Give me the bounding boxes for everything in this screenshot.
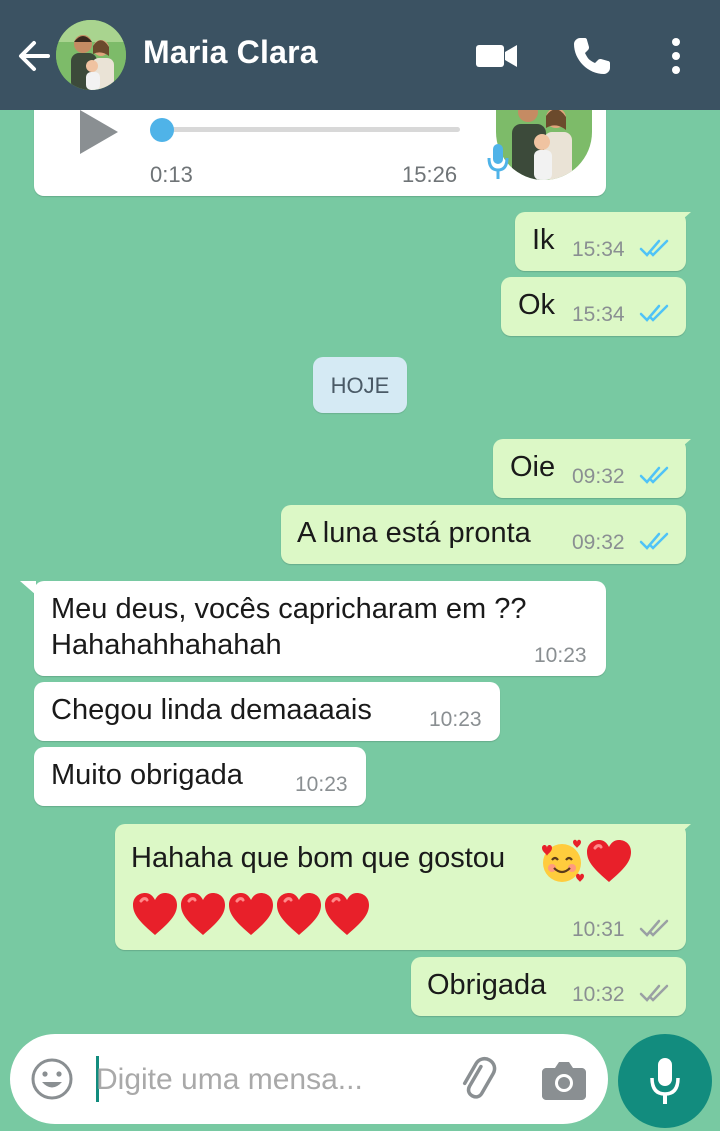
more-options-icon[interactable] <box>653 33 699 79</box>
date-separator: HOJE <box>313 357 407 413</box>
contact-avatar[interactable] <box>56 20 126 90</box>
message-time: 09:32 <box>572 531 625 554</box>
message-composer <box>10 1034 608 1124</box>
message-time: 10:31 <box>572 918 625 941</box>
camera-icon[interactable] <box>542 1058 586 1100</box>
message-bubble-outgoing[interactable]: Hahaha que bom que gostou 10:31 <box>115 824 691 950</box>
message-bubble-outgoing[interactable]: Ok 15:34 <box>501 277 686 336</box>
play-icon[interactable] <box>76 110 122 154</box>
message-text: Ik <box>532 224 555 256</box>
message-text: A luna está pronta <box>297 517 531 549</box>
microphone-icon <box>650 1058 680 1104</box>
read-receipt-icon <box>639 532 669 550</box>
read-receipt-icon <box>639 466 669 484</box>
message-bubble-incoming[interactable]: Muito obrigada 10:23 <box>34 747 366 806</box>
voice-message-time: 15:26 <box>402 162 458 187</box>
audio-progress-track[interactable] <box>160 127 460 132</box>
back-arrow-icon[interactable] <box>14 36 54 76</box>
message-text: Obrigada <box>427 969 547 1001</box>
message-time: 15:34 <box>572 303 625 326</box>
delivered-receipt-icon <box>639 984 669 1002</box>
message-text-line: Hahahahhahahah <box>51 629 282 661</box>
read-receipt-icon <box>639 239 669 257</box>
message-text-line: Hahaha que bom que gostou <box>131 842 506 874</box>
voice-record-button[interactable] <box>618 1034 712 1128</box>
delivered-receipt-icon <box>639 919 669 937</box>
voice-duration: 0:13 <box>150 162 193 187</box>
message-bubble-outgoing[interactable]: A luna está pronta 09:32 <box>281 505 686 564</box>
message-time: 10:23 <box>534 644 587 667</box>
message-text: Ok <box>518 289 556 321</box>
read-receipt-icon <box>639 304 669 322</box>
message-bubble-outgoing[interactable]: Obrigada 10:32 <box>411 957 686 1016</box>
message-text-line: Meu deus, vocês capricharam em ?? <box>51 593 527 625</box>
message-input[interactable] <box>96 1058 426 1102</box>
message-time: 10:23 <box>295 773 348 796</box>
message-time: 10:32 <box>572 983 625 1006</box>
message-time: 09:32 <box>572 465 625 488</box>
message-bubble-outgoing[interactable]: Oie 09:32 <box>493 439 691 498</box>
chat-header: Maria Clara <box>0 0 720 110</box>
message-bubble-incoming[interactable]: Meu deus, vocês capricharam em ?? Hahaha… <box>20 581 606 676</box>
microphone-icon <box>487 144 509 179</box>
message-text: Chegou linda demaaaais <box>51 694 372 726</box>
message-text: Oie <box>510 451 556 483</box>
date-separator-label: HOJE <box>330 373 390 398</box>
voice-call-icon[interactable] <box>569 33 615 79</box>
audio-seek-handle[interactable] <box>150 118 174 142</box>
message-time: 15:34 <box>572 238 625 261</box>
red-hearts-emoji-row <box>133 891 371 937</box>
video-call-icon[interactable] <box>474 33 520 79</box>
red-heart-emoji <box>587 840 631 882</box>
message-bubble-incoming[interactable]: Chegou linda demaaaais 10:23 <box>34 682 500 741</box>
attachment-icon[interactable] <box>454 1056 500 1102</box>
emoji-icon[interactable] <box>30 1057 74 1101</box>
smiling-face-with-hearts-emoji <box>542 839 584 882</box>
message-bubble-outgoing[interactable]: Ik 15:34 <box>515 212 691 271</box>
message-time: 10:23 <box>429 708 482 731</box>
message-text: Muito obrigada <box>51 759 243 791</box>
contact-name[interactable]: Maria Clara <box>143 34 318 71</box>
